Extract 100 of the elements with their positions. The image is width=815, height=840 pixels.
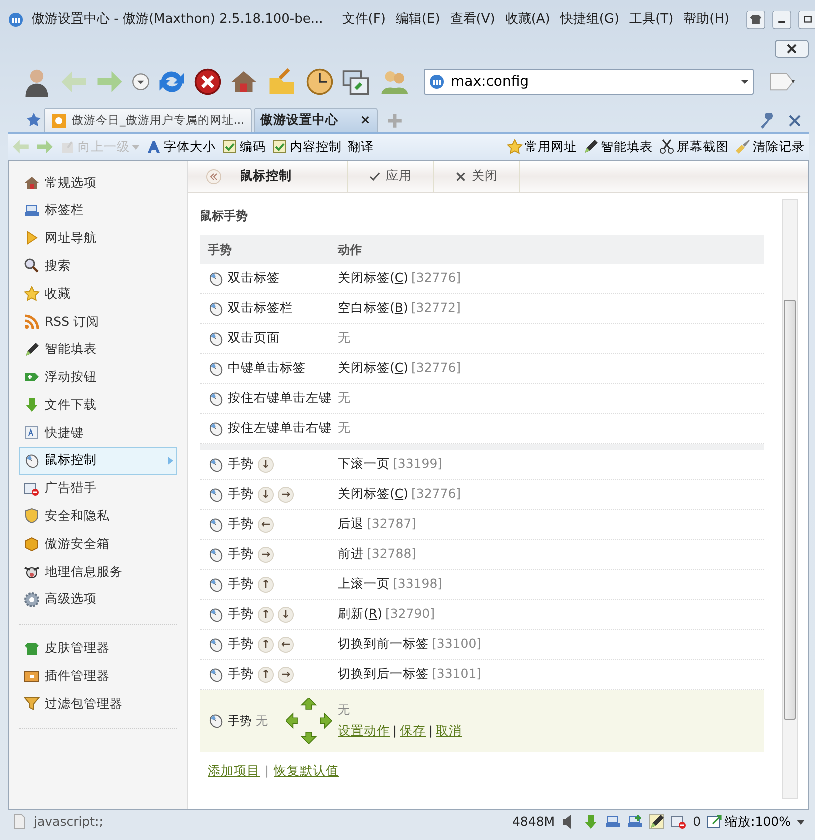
action-code: [32776] [412, 270, 462, 286]
mouse-icon [208, 576, 224, 592]
address-bar[interactable]: max:config [424, 69, 754, 95]
sidebar-item[interactable]: RSS 订阅 [19, 308, 177, 336]
toolbar-button[interactable]: 屏幕截图 [659, 138, 729, 156]
logo-icon [8, 12, 24, 28]
sidebar-item[interactable]: 安全和隐私 [19, 502, 177, 530]
action-text: 下滚一页 [338, 456, 390, 472]
menu-item[interactable]: 编辑(E) [390, 10, 446, 30]
toolbar-button[interactable]: 翻译 [348, 138, 374, 156]
gesture-label: 按住左键单击右键 [228, 419, 332, 438]
gesture-label: 手势 [228, 713, 252, 730]
sidebar-item[interactable]: 皮肤管理器 [19, 634, 177, 663]
gesture-label: 手势 [228, 545, 254, 564]
page-icon [12, 814, 28, 830]
download-icon [24, 397, 40, 414]
gesture-label: 手势 [228, 635, 254, 654]
key-icon [24, 425, 40, 442]
link[interactable]: 保存 [400, 722, 426, 741]
windows-icon[interactable] [342, 68, 370, 96]
scrollbar[interactable] [782, 199, 798, 799]
sidebar-item[interactable]: 搜索 [19, 252, 177, 280]
action-text: 无 [338, 420, 351, 436]
link[interactable]: 设置动作 [338, 722, 390, 741]
sidebar-item[interactable]: 快捷键 [19, 419, 177, 447]
menu-item[interactable]: 文件(F) [337, 10, 391, 30]
star-icon[interactable] [26, 112, 42, 128]
sidebar-item[interactable]: 过滤包管理器 [19, 690, 177, 718]
toolbar-button[interactable]: 清除记录 [735, 138, 805, 156]
tab[interactable]: 傲游今日_傲游用户专属的网址... [44, 108, 252, 132]
scrollbar-thumb[interactable] [784, 300, 796, 720]
caret-icon [797, 820, 805, 824]
dropdown-icon[interactable] [132, 73, 150, 91]
menu-item[interactable]: 收藏(A) [500, 10, 556, 30]
wrench-icon[interactable] [759, 113, 775, 129]
sidebar-item[interactable]: 浮动按钮 [19, 364, 177, 392]
toolbar-button[interactable]: 智能填表 [583, 138, 653, 156]
sidebar-item[interactable]: 文件下载 [19, 391, 177, 420]
brush-icon [735, 139, 751, 155]
toolbar-button[interactable]: 字体大小 [146, 138, 216, 156]
back-icon[interactable] [206, 168, 222, 184]
menu-item[interactable]: 快捷组(G) [555, 10, 625, 30]
action-text: 前进 [338, 546, 364, 562]
toolbar-button[interactable]: 关闭 [434, 161, 520, 192]
direction-pad-icon[interactable] [286, 698, 332, 744]
new-tab-icon[interactable] [627, 814, 644, 830]
pen-icon[interactable] [649, 814, 666, 830]
sidebar-item[interactable]: 标签栏 [19, 196, 177, 225]
sidebar-item[interactable]: 广告猎手 [19, 474, 177, 503]
tab-close-button[interactable]: × [360, 111, 371, 130]
tab-label: 傲游今日_傲游用户专属的网址... [72, 112, 245, 129]
toolbar-button[interactable]: 编码 [222, 138, 266, 156]
gesture-stroke: ↓ [258, 456, 274, 472]
clock-icon[interactable] [306, 68, 334, 96]
menu-item[interactable]: 查看(V) [445, 10, 500, 30]
action-code: [32788] [367, 546, 417, 562]
link[interactable]: 添加项目 [208, 762, 260, 781]
sidebar-item[interactable]: 常规选项 [19, 169, 177, 197]
gesture-label: 手势 [228, 665, 254, 684]
toolbar-button[interactable]: 内容控制 [272, 138, 342, 156]
download-icon[interactable] [583, 814, 600, 830]
tab[interactable]: 傲游设置中心 × [254, 108, 378, 132]
mouse-icon [208, 300, 224, 316]
sidebar-item[interactable]: 收藏 [19, 280, 177, 308]
content-icon [272, 139, 288, 155]
sidebar-item[interactable]: 插件管理器 [19, 662, 177, 690]
close-icon[interactable] [775, 40, 809, 58]
gesture-stroke: → [278, 666, 294, 682]
stop-icon[interactable] [194, 68, 222, 96]
menu-item[interactable]: 工具(T) [624, 10, 679, 30]
mouse-icon [24, 452, 40, 469]
sidebar-item[interactable]: 高级选项 [19, 586, 177, 614]
gesture-label: 双击页面 [228, 329, 280, 348]
mouse-icon [208, 360, 224, 376]
mouse-icon [208, 486, 224, 502]
action-code: [33101] [432, 666, 482, 682]
tab-bar-icon[interactable] [605, 814, 622, 830]
gesture-stroke: ↑ [258, 636, 274, 652]
action-code: [32776] [412, 360, 462, 376]
sidebar-item[interactable]: 鼠标控制 [19, 446, 177, 475]
sidebar-item[interactable]: 地理信息服务 [19, 558, 177, 586]
column-header: 动作 [338, 242, 362, 258]
gesture-label: 手势 [228, 605, 254, 624]
action-text: 无 [338, 702, 351, 720]
sidebar-item[interactable]: 智能填表 [19, 336, 177, 364]
house-icon [24, 174, 40, 191]
action-text: 空白标签(B) [338, 300, 408, 316]
mouse-icon [208, 420, 224, 436]
gesture-stroke: ↓ [258, 486, 274, 502]
gesture-value: 无 [256, 713, 268, 730]
toolbar-button[interactable]: 应用 [348, 161, 434, 192]
toolbar-button[interactable]: 常用网址 [507, 138, 577, 156]
ad-block-icon[interactable] [671, 814, 688, 830]
link[interactable]: 恢复默认值 [274, 762, 340, 781]
sidebar-item[interactable]: 傲游安全箱 [19, 530, 177, 558]
link[interactable]: 取消 [436, 722, 462, 741]
zoom-button[interactable]: 缩放:100% [707, 812, 805, 832]
sidebar-item[interactable]: 网址导航 [19, 224, 177, 252]
menu-item[interactable]: 帮助(H) [678, 10, 735, 30]
up-folder-icon [60, 139, 76, 155]
